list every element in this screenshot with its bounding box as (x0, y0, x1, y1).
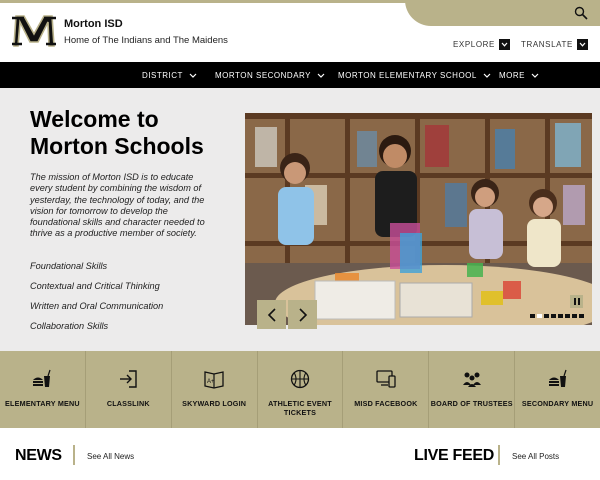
header-utility-tab (405, 0, 600, 26)
slide-indicators (530, 314, 584, 318)
slide-dot[interactable] (558, 314, 563, 318)
nav-item-label: DISTRICT (142, 70, 183, 80)
quicklink-label: BOARD OF TRUSTEES (430, 399, 513, 408)
slide-next-button[interactable] (288, 300, 317, 329)
skill-item: Collaboration Skills (30, 321, 109, 331)
school-tagline: Home of The Indians and The Maidens (64, 35, 228, 46)
slide-dot[interactable] (572, 314, 577, 318)
quicklink-label: CLASSLINK (106, 399, 150, 408)
nav-item-morton-secondary[interactable]: MORTON SECONDARY (215, 62, 325, 88)
basketball-icon (290, 369, 310, 389)
search-icon[interactable] (574, 6, 588, 20)
nav-item-label: MORE (499, 70, 525, 80)
chevron-down-icon (531, 73, 539, 78)
quicklink-label: SECONDARY MENU (521, 399, 594, 408)
chevron-down-icon (499, 39, 510, 50)
chevron-down-icon (576, 39, 588, 50)
quick-links-bar: ELEMENTARY MENU CLASSLINK A+ SKYWARD LOG… (0, 351, 600, 428)
chevron-down-icon (483, 73, 491, 78)
translate-menu[interactable]: TRANSLATE (521, 39, 588, 50)
quicklink-board-of-trustees[interactable]: BOARD OF TRUSTEES (429, 351, 516, 428)
people-icon (462, 372, 481, 387)
explore-label: EXPLORE (453, 40, 495, 49)
explore-menu[interactable]: EXPLORE (453, 39, 510, 50)
food-drink-icon (548, 369, 567, 387)
hero-section: Welcome to Morton Schools The mission of… (0, 88, 600, 351)
quicklink-label: ELEMENTARY MENU (5, 399, 80, 408)
slide-dot-active[interactable] (537, 314, 542, 318)
hero-title: Welcome to Morton Schools (30, 106, 204, 159)
chevron-down-icon (317, 73, 325, 78)
slide-dot[interactable] (544, 314, 549, 318)
main-nav: DISTRICT MORTON SECONDARY MORTON ELEMENT… (0, 62, 600, 88)
quicklink-label: MISD FACEBOOK (354, 399, 418, 408)
nav-item-more[interactable]: MORE (499, 62, 539, 88)
translate-label: TRANSLATE (521, 40, 573, 49)
quicklink-label: SKYWARD LOGIN (182, 399, 247, 408)
slideshow-image (245, 113, 592, 325)
chevron-down-icon (189, 73, 197, 78)
devices-icon (376, 370, 396, 388)
nav-item-morton-elementary[interactable]: MORTON ELEMENTARY SCHOOL (338, 62, 491, 88)
news-heading: NEWS (15, 447, 62, 464)
slide-dot[interactable] (551, 314, 556, 318)
quicklink-secondary-menu[interactable]: SECONDARY MENU (515, 351, 600, 428)
pause-icon (573, 298, 580, 305)
nav-item-district[interactable]: DISTRICT (142, 62, 197, 88)
see-all-posts-link[interactable]: See All Posts (512, 452, 559, 461)
quicklink-classlink[interactable]: CLASSLINK (86, 351, 172, 428)
page: Morton ISD Home of The Indians and The M… (0, 0, 600, 480)
nav-item-label: MORTON SECONDARY (215, 70, 312, 80)
mission-statement: The mission of Morton ISD is to educate … (30, 172, 205, 239)
skill-item: Written and Oral Communication (30, 301, 164, 311)
gradebook-icon: A+ (204, 371, 224, 389)
slide-dot[interactable] (565, 314, 570, 318)
site-header: Morton ISD Home of The Indians and The M… (0, 0, 600, 62)
slide-prev-button[interactable] (257, 300, 286, 329)
login-arrow-icon (120, 370, 137, 388)
food-drink-icon (33, 369, 51, 387)
morton-logo[interactable] (12, 12, 56, 48)
nav-item-label: MORTON ELEMENTARY SCHOOL (338, 70, 477, 80)
see-all-news-link[interactable]: See All News (87, 452, 134, 461)
svg-text:A+: A+ (207, 379, 215, 385)
news-divider (73, 445, 75, 465)
chevron-right-icon (298, 307, 307, 322)
slide-dot[interactable] (530, 314, 535, 318)
skill-item: Foundational Skills (30, 261, 108, 271)
quicklink-athletic-tickets[interactable]: ATHLETIC EVENT TICKETS (258, 351, 344, 428)
chevron-left-icon (267, 307, 276, 322)
feed-divider (498, 445, 500, 465)
quicklink-skyward-login[interactable]: A+ SKYWARD LOGIN (172, 351, 258, 428)
skill-item: Contextual and Critical Thinking (30, 281, 160, 291)
quicklink-misd-facebook[interactable]: MISD FACEBOOK (343, 351, 430, 428)
slideshow-pause-button[interactable] (570, 295, 583, 308)
school-name[interactable]: Morton ISD (64, 18, 123, 30)
news-feed-section: NEWS See All News LIVE FEED See All Post… (0, 428, 600, 480)
slide-dot[interactable] (579, 314, 584, 318)
quicklink-label: ATHLETIC EVENT TICKETS (268, 399, 332, 417)
quicklink-elementary-menu[interactable]: ELEMENTARY MENU (0, 351, 86, 428)
live-feed-heading: LIVE FEED (414, 447, 494, 464)
